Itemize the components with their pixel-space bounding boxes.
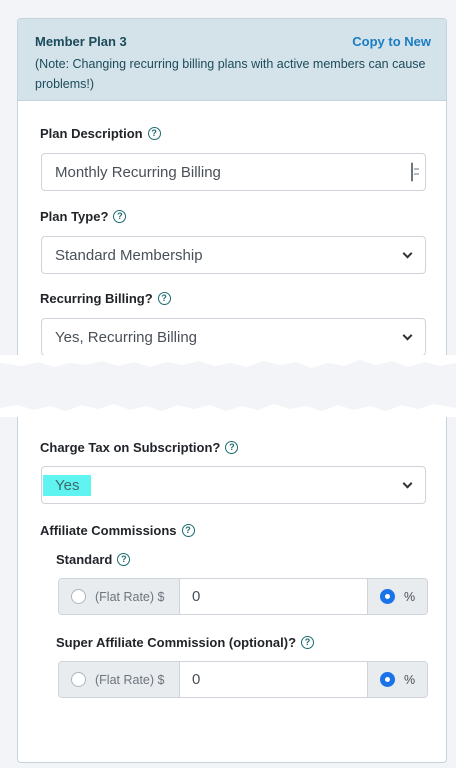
standard-flat-rate-radio[interactable] <box>71 589 86 604</box>
question-circle-icon[interactable]: ? <box>301 636 315 649</box>
recurring-billing-select[interactable]: Yes, Recurring Billing <box>41 318 426 356</box>
super-affiliate-label-text: Super Affiliate Commission (optional)? <box>56 635 297 650</box>
super-affiliate-input[interactable]: 0 <box>180 662 367 697</box>
standard-commission-input[interactable]: 0 <box>180 579 367 614</box>
super-flat-rate-radio[interactable] <box>71 672 86 687</box>
super-flat-rate-label: (Flat Rate) $ <box>95 672 165 687</box>
recurring-billing-label: Recurring Billing? ? <box>40 291 171 306</box>
affiliate-commissions-heading: Affiliate Commissions ? <box>40 523 195 538</box>
standard-commission-label: Standard ? <box>56 552 131 567</box>
plan-type-value: Standard Membership <box>55 246 203 264</box>
standard-percent-label: % <box>404 589 416 604</box>
question-circle-icon[interactable]: ? <box>113 210 127 223</box>
question-circle-icon[interactable]: ? <box>225 441 239 454</box>
chevron-down-icon <box>402 330 413 341</box>
super-flat-rate-option[interactable]: (Flat Rate) $ <box>59 662 180 697</box>
recurring-billing-value: Yes, Recurring Billing <box>55 328 198 346</box>
plan-type-select[interactable]: Standard Membership <box>41 236 426 274</box>
plan-description-value: Monthly Recurring Billing <box>55 163 221 181</box>
plan-type-label-text: Plan Type? <box>40 209 109 224</box>
standard-commission-label-text: Standard <box>56 552 113 567</box>
super-affiliate-input-group: (Flat Rate) $ 0 % <box>58 661 428 698</box>
standard-percent-radio[interactable] <box>380 589 395 604</box>
charge-tax-label-text: Charge Tax on Subscription? <box>40 440 221 455</box>
plan-type-label: Plan Type? ? <box>40 209 127 224</box>
chevron-down-icon <box>402 248 413 259</box>
card-header: Member Plan 3 Copy to New (Note: Changin… <box>18 19 446 101</box>
charge-tax-label: Charge Tax on Subscription? ? <box>40 440 239 455</box>
document-icon <box>411 162 413 182</box>
standard-commission-value: 0 <box>192 588 201 605</box>
recurring-billing-label-text: Recurring Billing? <box>40 291 153 306</box>
plan-description-input[interactable]: Monthly Recurring Billing <box>41 153 426 191</box>
torn-edge-divider <box>0 355 456 417</box>
standard-commission-input-group: (Flat Rate) $ 0 % <box>58 578 428 615</box>
question-circle-icon[interactable]: ? <box>181 524 195 537</box>
charge-tax-value: Yes <box>43 474 92 496</box>
question-circle-icon[interactable]: ? <box>157 292 171 305</box>
plan-description-label: Plan Description ? <box>40 126 161 141</box>
charge-tax-select[interactable]: Yes <box>41 466 426 504</box>
super-percent-label: % <box>404 672 416 687</box>
copy-to-new-link[interactable]: Copy to New <box>352 34 431 49</box>
standard-flat-rate-label: (Flat Rate) $ <box>95 589 165 604</box>
question-circle-icon[interactable]: ? <box>117 553 131 566</box>
plan-description-label-text: Plan Description <box>40 126 143 141</box>
plan-title: Member Plan 3 <box>35 34 127 49</box>
torn-edge-shape <box>0 355 456 417</box>
standard-percent-option[interactable]: % <box>367 579 427 614</box>
super-percent-option[interactable]: % <box>367 662 427 697</box>
warning-note: (Note: Changing recurring billing plans … <box>35 57 426 91</box>
super-affiliate-label: Super Affiliate Commission (optional)? ? <box>56 635 315 650</box>
chevron-down-icon <box>402 478 413 489</box>
affiliate-commissions-heading-text: Affiliate Commissions <box>40 523 177 538</box>
standard-flat-rate-option[interactable]: (Flat Rate) $ <box>59 579 180 614</box>
super-percent-radio[interactable] <box>380 672 395 687</box>
question-circle-icon[interactable]: ? <box>147 127 161 140</box>
super-affiliate-value: 0 <box>192 671 201 688</box>
